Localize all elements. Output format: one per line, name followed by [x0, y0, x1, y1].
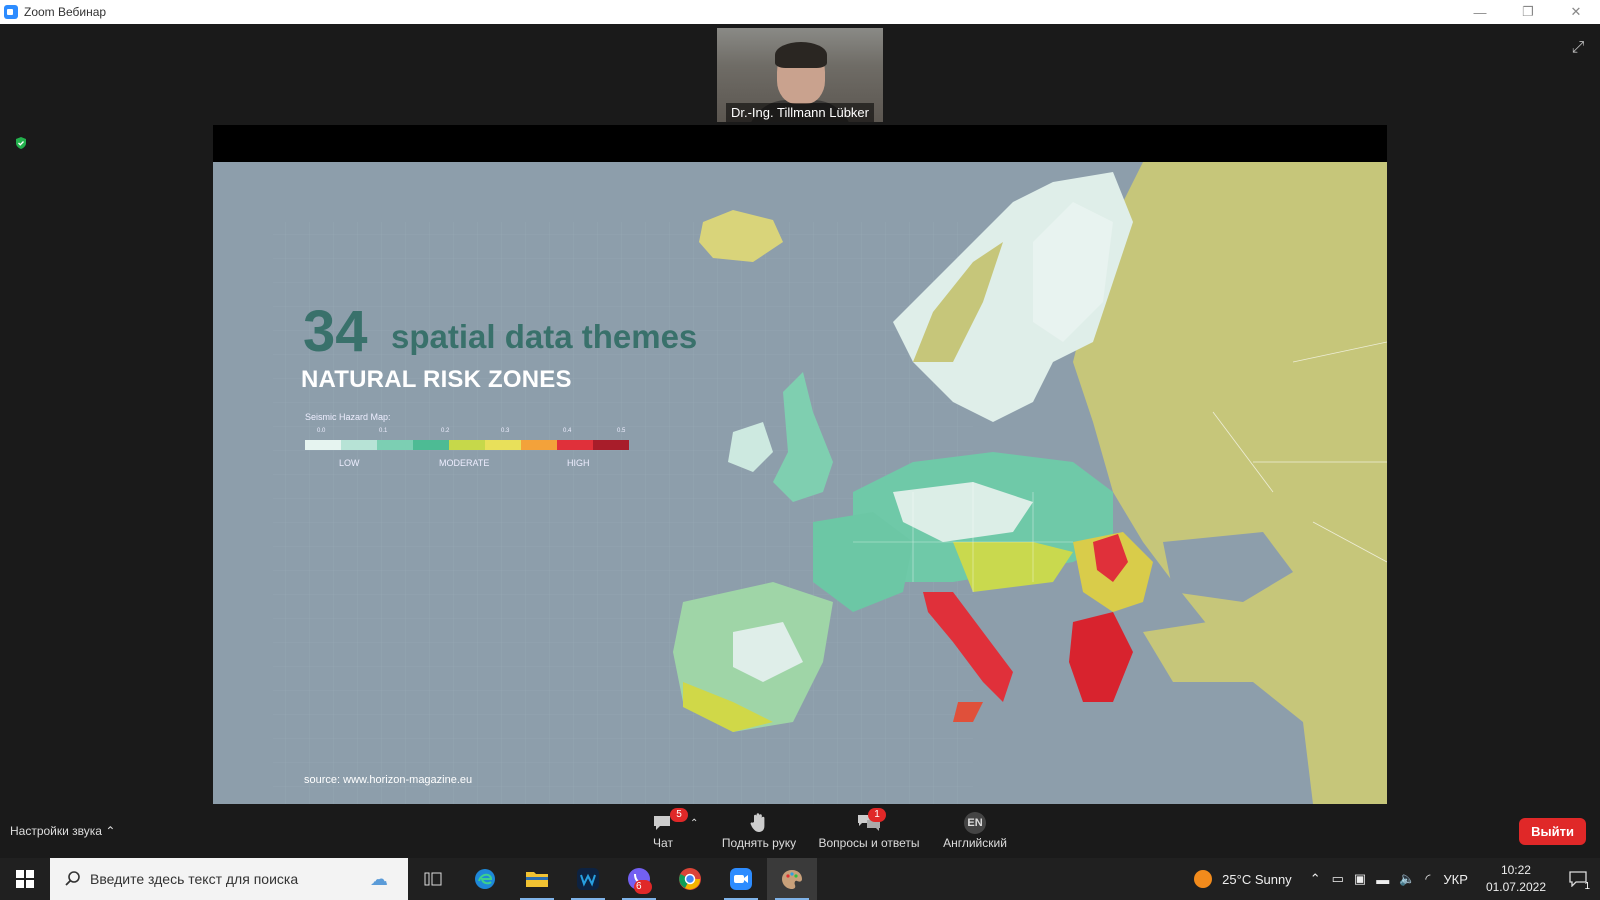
speaker-hair: [775, 42, 827, 68]
taskbar-search-box[interactable]: Введите здесь текст для поиска ☁: [50, 858, 408, 900]
windows-logo-icon: [16, 870, 34, 888]
meeting-controls: Настройки звука ⌃ 5 Чат ⌃ Поднять руку 1…: [0, 808, 1600, 858]
legend-color-swatch: [557, 440, 593, 450]
taskbar-clock[interactable]: 10:22 01.07.2022: [1486, 862, 1546, 896]
clock-time: 10:22: [1500, 863, 1531, 877]
legend-tick-1: 0.1: [379, 428, 388, 434]
legend-label-high: HIGH: [567, 458, 590, 468]
legend-tick-3: 0.3: [501, 428, 510, 434]
notifications-button[interactable]: 1: [1556, 858, 1600, 900]
notification-count: 1: [1584, 881, 1590, 892]
legend-title: Seismic Hazard Map:: [305, 412, 391, 422]
legend-color-swatch: [485, 440, 521, 450]
wifi-icon[interactable]: ◜: [1425, 871, 1430, 887]
legend-color-swatch: [521, 440, 557, 450]
task-view-icon[interactable]: [408, 858, 458, 900]
volume-icon[interactable]: 🔈: [1399, 871, 1415, 887]
legend-label-low: LOW: [339, 458, 360, 468]
legend-tick-4: 0.4: [563, 428, 572, 434]
zoom-app-icon: [4, 5, 18, 19]
chat-button[interactable]: 5 Чат: [648, 808, 688, 850]
shared-slide: 34 spatial data themes NATURAL RISK ZONE…: [213, 162, 1387, 804]
speaker-name: Dr.-Ing. Tillmann Lübker: [717, 103, 883, 122]
network-device-icon[interactable]: ▭: [1332, 871, 1344, 887]
raise-hand-icon: [750, 813, 765, 832]
file-explorer-icon[interactable]: [512, 858, 562, 900]
window-title: Zoom Вебинар: [24, 5, 107, 19]
input-language[interactable]: УКР: [1443, 872, 1468, 887]
slide-theme-count: 34: [303, 299, 368, 364]
legend-label-moderate: MODERATE: [439, 458, 490, 468]
search-icon: [65, 871, 80, 886]
system-tray: 25°C Sunny ⌃ ▭ ▣ ▬ 🔈 ◜ УКР 10:22 01.07.2…: [1192, 858, 1600, 900]
language-button[interactable]: EN Английский: [937, 810, 1013, 850]
qa-badge: 1: [868, 808, 886, 822]
tray-overflow-chevron-icon[interactable]: ⌃: [1310, 871, 1321, 887]
legend-color-swatch: [449, 440, 485, 450]
windows-start-button[interactable]: [0, 858, 50, 900]
viber-badge: 6: [634, 880, 652, 894]
legend-color-swatch: [341, 440, 377, 450]
legend-tick-5: 0.5: [617, 428, 626, 434]
clock-date: 01.07.2022: [1485, 880, 1546, 894]
chat-badge: 5: [670, 808, 688, 822]
legend-color-scale: [305, 440, 629, 450]
legend-color-swatch: [593, 440, 629, 450]
europe-seismic-map: [213, 162, 1387, 804]
chrome-icon[interactable]: [665, 858, 715, 900]
chat-options-chevron-icon[interactable]: ⌃: [690, 818, 698, 829]
windows-taskbar: Введите здесь текст для поиска ☁ 6 25°C …: [0, 858, 1600, 900]
zoom-taskbar-icon[interactable]: [716, 858, 766, 900]
raise-hand-button[interactable]: Поднять руку: [714, 810, 804, 850]
search-highlight-icon: ☁: [370, 868, 388, 889]
meeting-stage: ⤢ Dr.-Ing. Tillmann Lübker 34 spatial da…: [0, 24, 1600, 808]
legend-color-swatch: [413, 440, 449, 450]
fullscreen-icon[interactable]: ⤢: [1568, 38, 1588, 58]
edge-browser-icon[interactable]: [460, 858, 510, 900]
weather-text[interactable]: 25°C Sunny: [1222, 872, 1292, 887]
legend-color-swatch: [305, 440, 341, 450]
restore-button[interactable]: ❐: [1504, 0, 1552, 24]
speaker-video[interactable]: Dr.-Ing. Tillmann Lübker: [717, 28, 883, 122]
minimize-button[interactable]: —: [1456, 0, 1504, 24]
slide-title: spatial data themes: [391, 318, 698, 355]
battery-icon[interactable]: ▬: [1376, 872, 1389, 887]
leave-button[interactable]: Выйти: [1519, 818, 1586, 845]
legend-color-swatch: [377, 440, 413, 450]
webex-icon[interactable]: [563, 858, 613, 900]
security-shield-icon: [16, 137, 26, 149]
weather-sun-icon: [1194, 870, 1213, 888]
screen-share-top-bar: [213, 125, 1387, 162]
slide-subtitle: NATURAL RISK ZONES: [301, 366, 572, 393]
tray-app-icon[interactable]: ▣: [1354, 871, 1366, 887]
close-button[interactable]: ✕: [1552, 0, 1600, 24]
viber-icon[interactable]: 6: [614, 858, 664, 900]
language-code-icon: EN: [964, 812, 986, 834]
legend-tick-0: 0.0: [317, 428, 326, 434]
audio-settings-button[interactable]: Настройки звука ⌃: [10, 824, 115, 838]
slide-source: source: www.horizon-magazine.eu: [304, 774, 473, 786]
legend-tick-2: 0.2: [441, 428, 450, 434]
window-titlebar: Zoom Вебинар — ❐ ✕: [0, 0, 1600, 24]
qa-button[interactable]: 1 Вопросы и ответы: [814, 808, 924, 850]
paint-app-icon[interactable]: [767, 858, 817, 900]
